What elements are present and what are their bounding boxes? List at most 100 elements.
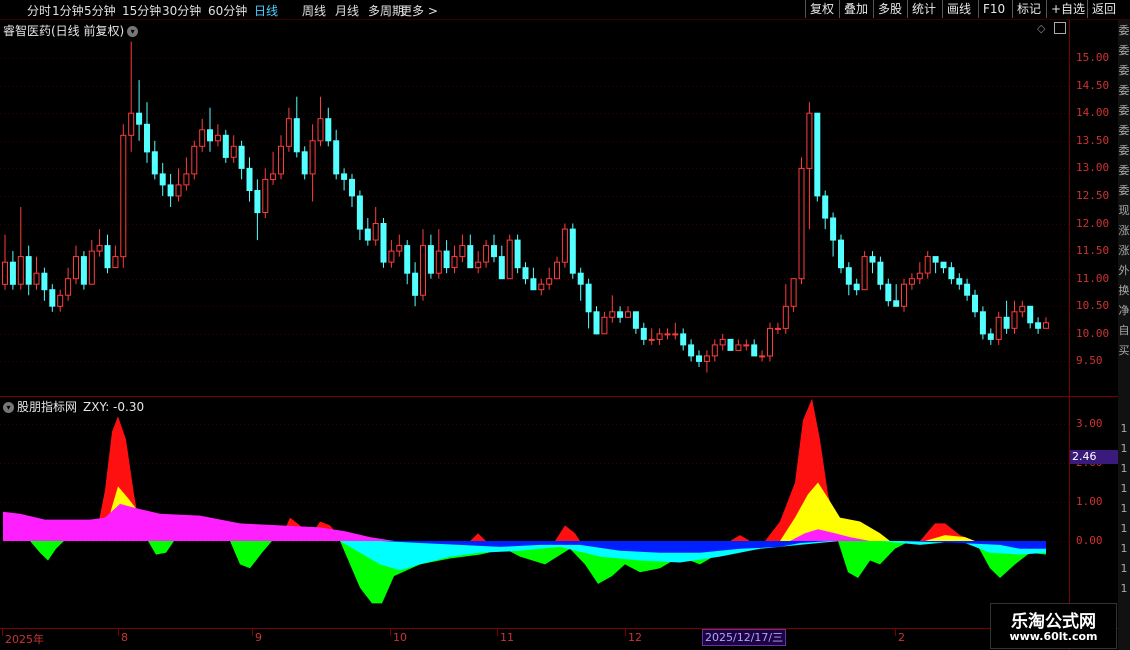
tab-period-1[interactable]: 1分钟 — [52, 2, 84, 19]
window-toggle-icon[interactable] — [1054, 22, 1066, 34]
indicator-tick: 0.00 — [1076, 534, 1103, 547]
toolbar-button-3[interactable]: 统计 — [907, 0, 940, 18]
candle — [483, 240, 490, 268]
candle-body — [491, 245, 497, 258]
chevron-down-icon[interactable]: ▾ — [127, 26, 139, 37]
candle — [625, 306, 631, 318]
toolbar-button-5[interactable]: F10 — [978, 0, 1009, 18]
candle — [301, 146, 308, 180]
toolbar-button-8[interactable]: 返回 — [1087, 0, 1120, 18]
tab-period-3[interactable]: 15分钟 — [122, 2, 161, 19]
candle — [33, 256, 40, 290]
indicator-value: ZXY: -0.30 — [83, 400, 145, 414]
toolbar-button-1[interactable]: 叠加 — [839, 0, 872, 18]
info-strip-char: 自 — [1118, 324, 1130, 337]
candle-body — [806, 112, 813, 169]
candle — [475, 251, 482, 274]
candle — [262, 168, 269, 218]
candle-body — [546, 278, 553, 285]
chevron-down-icon[interactable]: ▾ — [3, 402, 14, 413]
tab-period-10[interactable]: 更多 > — [400, 2, 438, 19]
candle-body — [853, 283, 860, 291]
candle — [727, 338, 734, 351]
toolbar-button-7[interactable]: +自选 — [1046, 0, 1089, 18]
candle — [199, 118, 206, 152]
indicator-tick: 3.00 — [1076, 417, 1103, 430]
candle — [648, 328, 655, 345]
candle-body — [380, 223, 387, 263]
toolbar-button-6[interactable]: 标记 — [1012, 0, 1045, 18]
candle — [246, 157, 253, 202]
toolbar-button-4[interactable]: 画线 — [942, 0, 975, 18]
info-strip-char: 外 — [1118, 264, 1130, 277]
candle — [270, 151, 277, 185]
info-strip-char: 1 — [1120, 522, 1128, 535]
candle-body — [609, 311, 616, 318]
candle — [88, 240, 95, 285]
candle — [680, 328, 687, 351]
info-strip-char: 1 — [1120, 502, 1128, 515]
candle — [364, 218, 371, 246]
diamond-icon[interactable]: ◇ — [1037, 22, 1045, 35]
candle-body — [427, 245, 434, 274]
tab-period-6[interactable]: 日线 — [254, 2, 278, 19]
candle-body — [656, 333, 663, 340]
toolbar-button-2[interactable]: 多股 — [873, 0, 906, 18]
candle — [782, 284, 789, 334]
candle — [530, 267, 537, 291]
price-tick: 9.50 — [1076, 354, 1103, 368]
candle-body — [711, 344, 718, 357]
candle-body — [262, 178, 269, 213]
price-tick: 15.00 — [1076, 51, 1110, 65]
candle — [995, 311, 1002, 345]
tab-period-7[interactable]: 周线 — [302, 2, 326, 19]
date-tick: 2 — [898, 631, 905, 644]
tab-period-5[interactable]: 60分钟 — [208, 2, 247, 19]
candle-body — [554, 261, 560, 280]
tab-period-2[interactable]: 5分钟 — [84, 2, 116, 19]
watermark-url: www.60lt.com — [1009, 630, 1098, 643]
candle-body — [278, 145, 284, 175]
candle-body — [207, 129, 213, 142]
candle — [254, 179, 261, 241]
tab-period-0[interactable]: 分时 — [27, 2, 51, 19]
info-strip-char: 1 — [1120, 542, 1128, 555]
info-strip-char: 换 — [1118, 284, 1130, 297]
candle — [25, 245, 32, 296]
candle — [278, 135, 284, 180]
candle-body — [514, 239, 521, 269]
candle-body — [33, 272, 40, 285]
candle-body — [877, 261, 884, 285]
candle — [136, 80, 143, 141]
kline-chart[interactable] — [0, 20, 1118, 650]
tab-period-8[interactable]: 月线 — [335, 2, 359, 19]
candle — [790, 278, 797, 312]
candle — [632, 311, 639, 334]
candle-body — [41, 272, 48, 291]
candle — [167, 173, 174, 207]
candle-body — [885, 283, 892, 302]
toolbar-button-0[interactable]: 复权 — [805, 0, 838, 18]
candle-body — [270, 173, 277, 180]
candle — [940, 261, 947, 274]
candle — [356, 190, 363, 241]
candle-body — [2, 261, 8, 285]
candle-body — [759, 355, 766, 358]
stock-title[interactable]: 睿智医药(日线 前复权) ▾ — [3, 22, 139, 39]
candle — [972, 289, 978, 318]
tab-period-4[interactable]: 30分钟 — [162, 2, 201, 19]
indicator-title[interactable]: ▾ 股朋指标网 ZXY: -0.30 — [3, 398, 144, 415]
candle-body — [940, 261, 947, 269]
candle-body — [830, 217, 837, 241]
info-strip-char: 委 — [1118, 144, 1130, 157]
info-strip-char: 委 — [1118, 84, 1130, 97]
candle-body — [151, 151, 158, 175]
candle — [151, 140, 158, 180]
info-strip-char: 1 — [1120, 442, 1128, 455]
candle — [17, 207, 24, 290]
candle — [9, 251, 16, 290]
candle-body — [569, 228, 576, 274]
candle-body — [420, 245, 426, 296]
tab-period-9[interactable]: 多周期 — [368, 2, 404, 19]
date-tick: 9 — [255, 631, 262, 644]
